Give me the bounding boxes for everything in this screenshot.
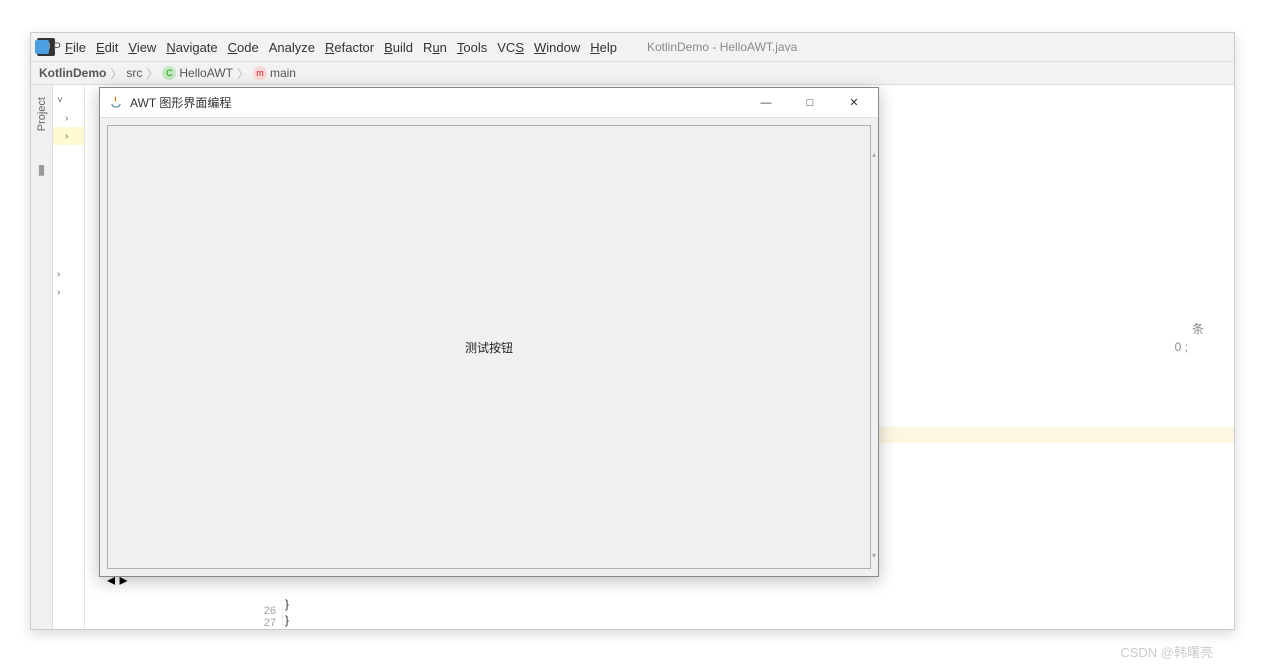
menu-vcs[interactable]: VCS: [497, 40, 524, 55]
code-line: }: [285, 597, 289, 613]
menu-edit[interactable]: Edit: [96, 40, 118, 55]
folder-icon: ▮: [38, 161, 46, 178]
tree-node[interactable]: ›: [53, 109, 84, 127]
menu-navigate[interactable]: Navigate: [166, 40, 217, 55]
project-icon: [35, 40, 49, 54]
close-button[interactable]: ✕: [832, 89, 876, 117]
editor-fragment-text: 0 ;: [1175, 340, 1188, 354]
breadcrumb-method-label: main: [270, 66, 296, 80]
awt-frame-window[interactable]: AWT 图形界面编程 — □ ✕ 测试按钮 ▴ ▾ ◂ ▸: [99, 87, 879, 577]
awt-button-label: 测试按钮: [465, 339, 513, 356]
project-header-label: P: [53, 40, 61, 54]
sidebar-tabs: Project ▮: [31, 85, 53, 629]
chevron-right-icon: ›: [65, 113, 75, 124]
vertical-scrollbar[interactable]: ▴ ▾: [872, 152, 877, 558]
breadcrumb-separator-icon: 〉: [237, 65, 249, 82]
window-title: KotlinDemo - HelloAWT.java: [647, 40, 797, 54]
chevron-down-icon: ˅: [57, 95, 67, 106]
menu-refactor[interactable]: Refactor: [325, 40, 374, 55]
menu-file[interactable]: File: [65, 40, 86, 55]
tree-node[interactable]: ›: [53, 283, 84, 301]
line-number: 26: [245, 605, 276, 617]
breadcrumb-separator-icon: 〉: [146, 65, 158, 82]
minimize-button[interactable]: —: [744, 89, 788, 117]
watermark-text: CSDN @韩曙亮: [1120, 642, 1213, 661]
awt-content-pane: 测试按钮 ▴ ▾ ◂ ▸: [100, 118, 878, 576]
menu-build[interactable]: Build: [384, 40, 413, 55]
menu-help[interactable]: Help: [590, 40, 617, 55]
maximize-button[interactable]: □: [788, 89, 832, 117]
menu-view[interactable]: View: [128, 40, 156, 55]
scroll-right-icon: ▸: [119, 572, 127, 589]
scroll-up-icon: ▴: [872, 150, 876, 159]
method-icon: m: [253, 66, 267, 80]
breadcrumb-file-label: HelloAWT: [179, 66, 233, 80]
chevron-right-icon: ›: [57, 269, 67, 280]
tree-node[interactable]: ˅: [53, 91, 84, 109]
awt-titlebar[interactable]: AWT 图形界面编程 — □ ✕: [100, 88, 878, 118]
code-line: }: [285, 613, 289, 629]
sidebar-tab-project[interactable]: Project: [36, 97, 48, 131]
project-tree: P ˅ › › › ›: [53, 85, 85, 629]
scroll-left-icon: ◂: [107, 572, 115, 589]
menu-window[interactable]: Window: [534, 40, 580, 55]
awt-window-title: AWT 图形界面编程: [130, 94, 744, 111]
tree-node-selected[interactable]: ›: [53, 127, 84, 145]
menu-analyze[interactable]: Analyze: [269, 40, 315, 55]
chevron-right-icon: ›: [65, 131, 75, 142]
tree-node[interactable]: ›: [53, 265, 84, 283]
horizontal-scrollbar[interactable]: ◂ ▸: [107, 570, 860, 575]
project-tool-header: P: [31, 36, 61, 58]
menubar: IJ File Edit View Navigate Code Analyze …: [31, 33, 1234, 61]
awt-test-button[interactable]: 测试按钮: [107, 125, 871, 569]
class-icon: C: [162, 66, 176, 80]
breadcrumb-src[interactable]: src: [126, 66, 142, 80]
breadcrumb: KotlinDemo 〉 src 〉 C HelloAWT 〉 m main: [31, 61, 1234, 85]
breadcrumb-project[interactable]: KotlinDemo: [39, 66, 106, 80]
menu-run[interactable]: Run: [423, 40, 447, 55]
breadcrumb-method[interactable]: m main: [253, 66, 296, 80]
scroll-down-icon: ▾: [872, 551, 876, 560]
java-cup-icon: [108, 95, 124, 111]
editor-gutter: 26 27: [245, 605, 283, 629]
chevron-right-icon: ›: [57, 287, 67, 298]
menu-tools[interactable]: Tools: [457, 40, 487, 55]
menu-code[interactable]: Code: [228, 40, 259, 55]
breadcrumb-file[interactable]: C HelloAWT: [162, 66, 233, 80]
code-lines: } }: [285, 597, 289, 629]
editor-fragment-text: 条: [1192, 320, 1204, 337]
line-number: 27: [245, 617, 276, 629]
breadcrumb-separator-icon: 〉: [110, 65, 122, 82]
